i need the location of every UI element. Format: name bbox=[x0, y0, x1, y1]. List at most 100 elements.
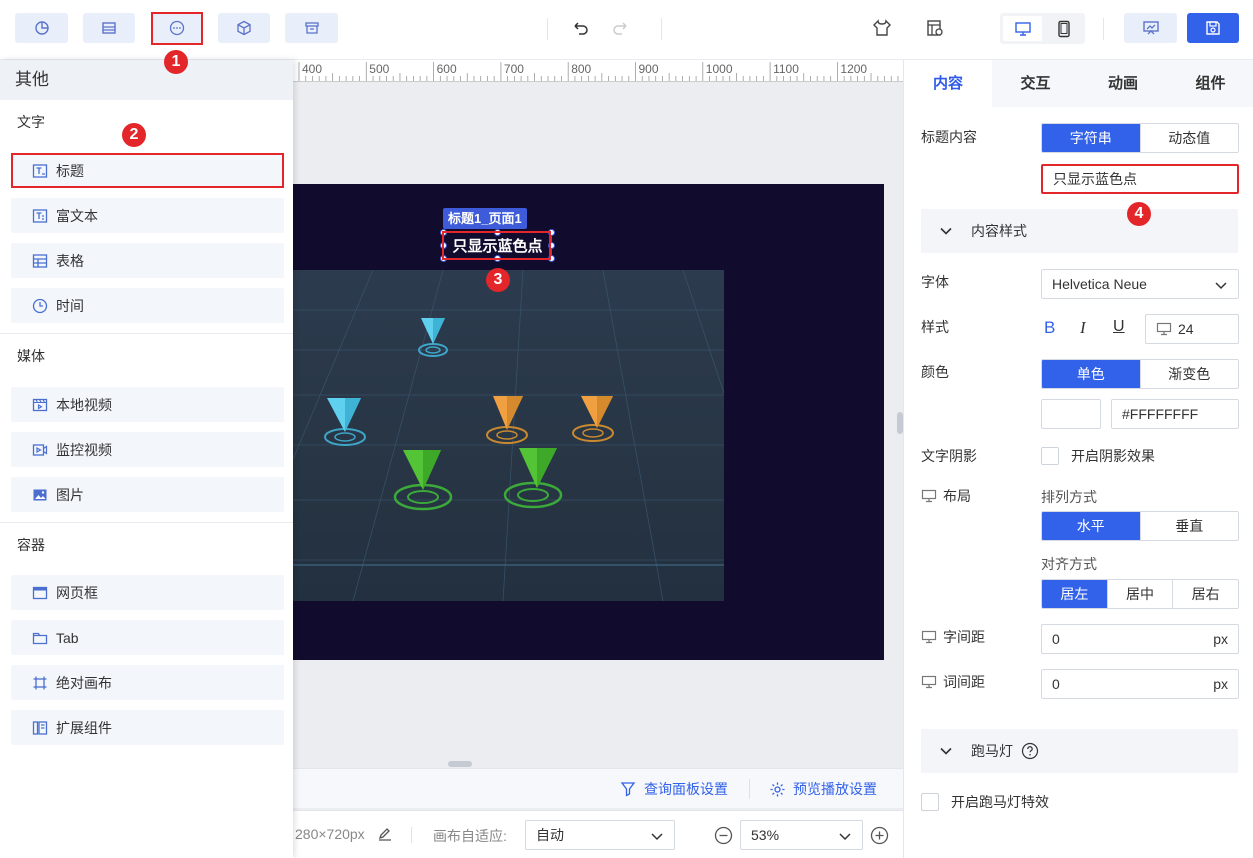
folder-tab-icon bbox=[31, 629, 48, 646]
map-scene-image bbox=[293, 270, 724, 601]
component-extension[interactable]: 扩展组件 bbox=[11, 710, 284, 745]
canvas-workarea: 400 500 600 700 800 900 1000 1100 1200 标… bbox=[293, 60, 903, 858]
align-right-button[interactable]: 居右 bbox=[1172, 580, 1238, 608]
desktop-icon[interactable] bbox=[1003, 16, 1042, 41]
font-select[interactable]: Helvetica Neue bbox=[1041, 269, 1239, 299]
text-shadow-checkbox[interactable]: 开启阴影效果 bbox=[1041, 446, 1155, 466]
font-value: Helvetica Neue bbox=[1052, 276, 1147, 292]
color-mode-toggle: 单色 渐变色 bbox=[1041, 359, 1239, 389]
zoom-in-icon[interactable] bbox=[870, 826, 889, 845]
content-style-header[interactable]: 内容样式 bbox=[921, 209, 1238, 253]
cube-icon[interactable] bbox=[218, 13, 270, 43]
word-spacing-input[interactable]: 0 px bbox=[1041, 669, 1239, 699]
highlight-box-component-title bbox=[11, 153, 284, 188]
underline-button[interactable]: U bbox=[1113, 318, 1125, 336]
theme-icon[interactable] bbox=[872, 18, 892, 41]
align-center-button[interactable]: 居中 bbox=[1106, 580, 1173, 608]
component-webpage-frame[interactable]: 网页框 bbox=[11, 575, 284, 610]
undo-icon[interactable] bbox=[570, 18, 590, 41]
divider bbox=[547, 18, 548, 40]
section-text: 文字 bbox=[0, 100, 293, 144]
title-content-input[interactable]: 只显示蓝色点 bbox=[1041, 164, 1239, 194]
step-marker-1: 1 bbox=[164, 50, 188, 74]
tab-content[interactable]: 内容 bbox=[904, 60, 992, 107]
zoom-select[interactable]: 53% bbox=[740, 820, 863, 850]
bold-button[interactable]: B bbox=[1044, 318, 1055, 338]
tab-component[interactable]: 组件 bbox=[1167, 60, 1253, 107]
component-image-label: 图片 bbox=[56, 486, 84, 503]
arrange-horizontal-button[interactable]: 水平 bbox=[1042, 512, 1140, 540]
canvas-stage[interactable]: 标题1_页面1 只显示蓝色点 bbox=[293, 184, 884, 660]
filter-icon bbox=[620, 782, 636, 797]
preview-play-settings-button[interactable]: 预览播放设置 bbox=[769, 779, 877, 799]
component-time[interactable]: 时间 bbox=[11, 288, 284, 323]
layout-label-row: 布局 bbox=[921, 486, 971, 506]
help-icon[interactable] bbox=[1021, 742, 1039, 760]
mobile-icon[interactable] bbox=[1045, 16, 1082, 41]
font-size-value: 24 bbox=[1178, 321, 1194, 337]
component-rich-text[interactable]: 富文本 bbox=[11, 198, 284, 233]
save-icon[interactable] bbox=[1187, 13, 1239, 43]
highlight-box-title bbox=[442, 231, 551, 260]
mode-dynamic-button[interactable]: 动态值 bbox=[1139, 124, 1239, 152]
mode-string-button[interactable]: 字符串 bbox=[1042, 124, 1140, 152]
query-panel-settings-button[interactable]: 查询面板设置 bbox=[620, 779, 728, 799]
layout-label: 布局 bbox=[943, 488, 971, 504]
text-shadow-label: 文字阴影 bbox=[921, 448, 977, 464]
checkbox[interactable] bbox=[921, 793, 939, 811]
arrange-vertical-button[interactable]: 垂直 bbox=[1139, 512, 1239, 540]
redo-icon[interactable] bbox=[611, 18, 631, 41]
color-hex-input[interactable]: #FFFFFFFF bbox=[1111, 399, 1239, 429]
chevron-down-icon bbox=[1215, 282, 1227, 290]
properties-panel: 内容 交互 动画 组件 标题内容 字符串 动态值 只显示蓝色点 内容样式 字体 … bbox=[903, 60, 1253, 858]
color-solid-button[interactable]: 单色 bbox=[1042, 360, 1140, 388]
component-tab[interactable]: Tab bbox=[11, 620, 284, 655]
table-icon bbox=[31, 252, 48, 269]
ruler-label: 700 bbox=[504, 62, 524, 76]
zoom-out-icon[interactable] bbox=[714, 826, 733, 845]
preview-icon[interactable] bbox=[1124, 13, 1177, 43]
canvas-adapt-select[interactable]: 自动 bbox=[525, 820, 675, 850]
canvas-adapt-value: 自动 bbox=[536, 827, 564, 843]
letter-spacing-input[interactable]: 0 px bbox=[1041, 624, 1239, 654]
font-size-input[interactable]: 24 bbox=[1145, 314, 1239, 344]
letter-spacing-label-row: 字间距 bbox=[921, 627, 985, 647]
ruler: 400 500 600 700 800 900 1000 1100 1200 bbox=[293, 60, 903, 82]
component-local-video[interactable]: 本地视频 bbox=[11, 387, 284, 422]
table-icon[interactable] bbox=[83, 13, 135, 43]
component-absolute-canvas[interactable]: 绝对画布 bbox=[11, 665, 284, 700]
tab-interaction[interactable]: 交互 bbox=[992, 60, 1079, 107]
component-panel-title: 其他 bbox=[0, 60, 293, 100]
chart-icon[interactable] bbox=[15, 13, 68, 43]
section-media: 媒体 bbox=[0, 334, 293, 378]
color-gradient-button[interactable]: 渐变色 bbox=[1139, 360, 1239, 388]
align-left-button[interactable]: 居左 bbox=[1042, 580, 1107, 608]
absolute-canvas-icon bbox=[31, 674, 48, 691]
italic-button[interactable]: I bbox=[1080, 318, 1086, 338]
component-image[interactable]: 图片 bbox=[11, 477, 284, 512]
marquee-option-label: 开启跑马灯特效 bbox=[951, 794, 1049, 810]
settings-icon[interactable] bbox=[925, 18, 945, 41]
gear-icon bbox=[770, 782, 785, 796]
monitor-icon bbox=[921, 489, 937, 503]
component-table[interactable]: 表格 bbox=[11, 243, 284, 278]
text-shadow-option-label: 开启阴影效果 bbox=[1071, 448, 1155, 464]
align-label: 对齐方式 bbox=[1041, 556, 1097, 572]
unit-label: px bbox=[1213, 631, 1228, 647]
panel-resize-handle[interactable] bbox=[448, 761, 472, 767]
marquee-checkbox[interactable]: 开启跑马灯特效 bbox=[921, 792, 1049, 812]
color-swatch[interactable] bbox=[1041, 399, 1101, 429]
step-marker-4: 4 bbox=[1127, 202, 1151, 226]
checkbox[interactable] bbox=[1041, 447, 1059, 465]
monitor-icon bbox=[1156, 322, 1172, 336]
component-time-label: 时间 bbox=[56, 297, 84, 314]
component-monitor-video[interactable]: 监控视频 bbox=[11, 432, 284, 467]
content-style-label: 内容样式 bbox=[971, 223, 1027, 239]
archive-icon[interactable] bbox=[285, 13, 338, 43]
tab-animation[interactable]: 动画 bbox=[1079, 60, 1167, 107]
word-spacing-label-row: 词间距 bbox=[921, 672, 985, 692]
edit-icon[interactable] bbox=[377, 826, 393, 842]
component-absolute-canvas-label: 绝对画布 bbox=[56, 674, 112, 691]
rich-text-icon bbox=[31, 207, 48, 224]
marquee-header[interactable]: 跑马灯 bbox=[921, 729, 1238, 773]
